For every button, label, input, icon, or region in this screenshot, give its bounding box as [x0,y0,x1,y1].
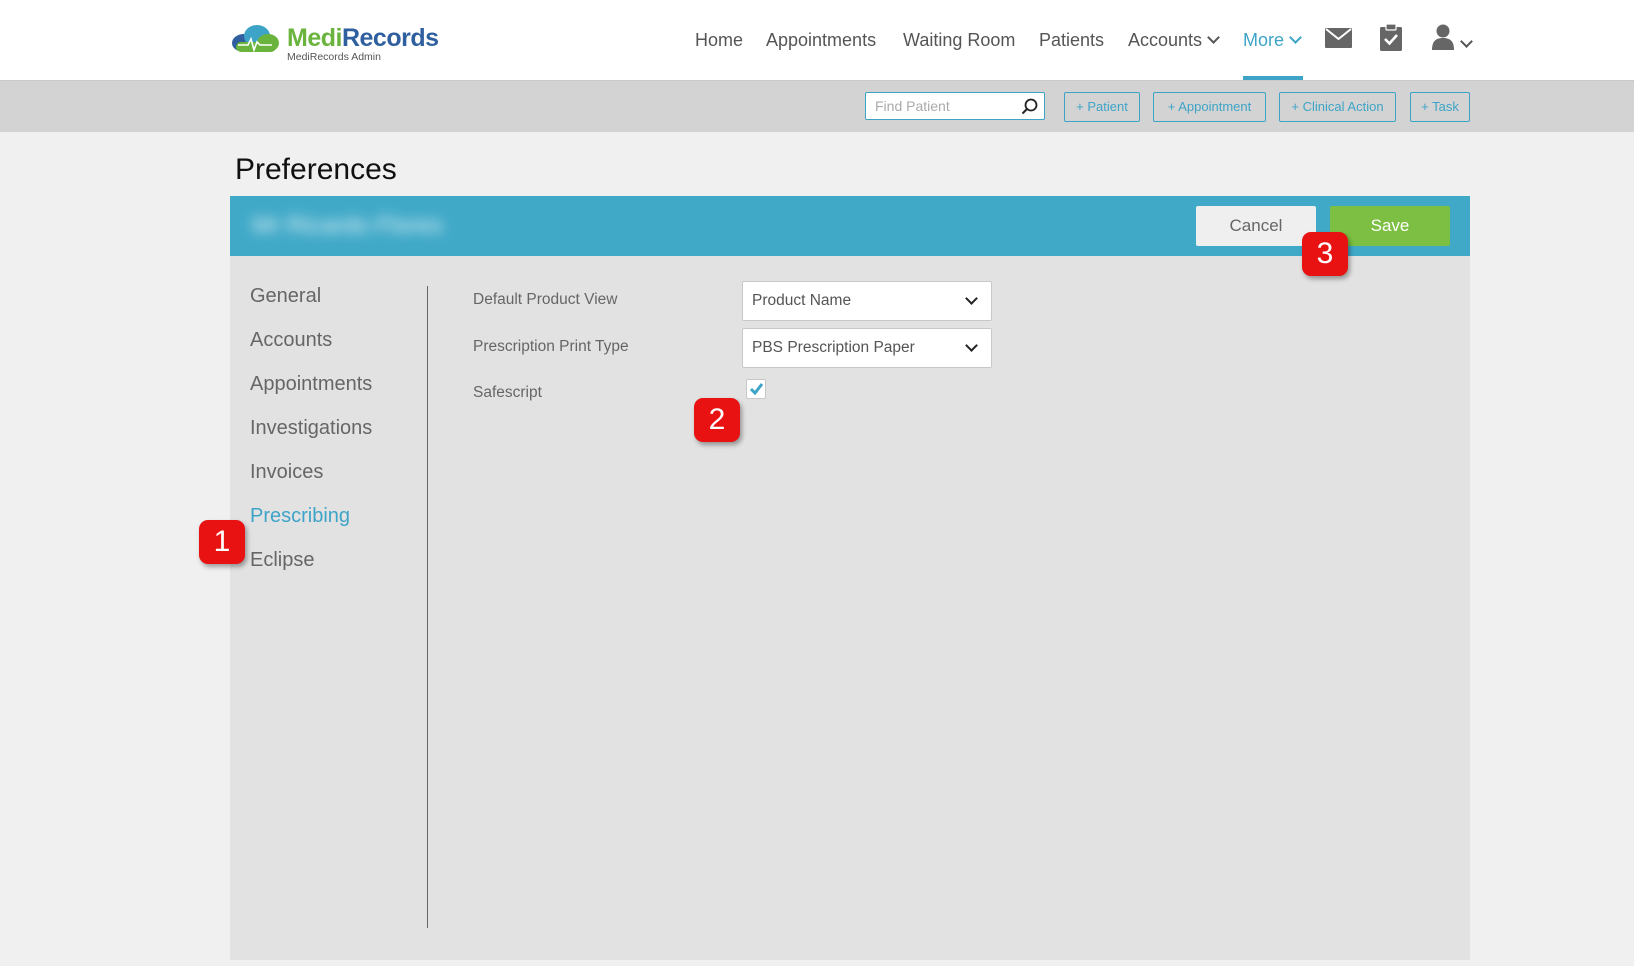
chevron-down-icon [965,292,978,305]
quick-action-bar: + Patient + Appointment + Clinical Actio… [0,81,1634,132]
cloud-logo-icon [232,25,279,53]
sidebar-item-general[interactable]: General [250,282,321,310]
nav-appointments[interactable]: Appointments [766,28,876,52]
sidebar-item-invoices[interactable]: Invoices [250,458,323,486]
add-clinical-action-button[interactable]: + Clinical Action [1279,92,1396,122]
sidebar-item-accounts[interactable]: Accounts [250,326,332,354]
patient-name: Mr Ricardo Flores [252,212,443,239]
page-title: Preferences [235,153,397,186]
sidebar-item-prescribing[interactable]: Prescribing [250,502,350,530]
default-product-view-select[interactable]: Product Name [742,281,992,321]
chevron-down-icon [1289,31,1302,44]
brand-name: MediRecords [287,24,439,52]
sidebar-item-investigations[interactable]: Investigations [250,414,372,442]
safescript-checkbox[interactable] [746,379,766,399]
save-button[interactable]: Save [1330,206,1450,246]
chevron-down-icon[interactable] [1460,35,1473,48]
step-badge-1: 1 [199,520,245,564]
sidebar-item-eclipse[interactable]: Eclipse [250,546,314,574]
checkmark-icon [749,383,764,396]
chevron-down-icon [1207,31,1220,44]
add-task-button[interactable]: + Task [1410,92,1470,122]
prescription-print-type-select[interactable]: PBS Prescription Paper [742,328,992,368]
sidebar-divider [427,286,428,928]
nav-patients[interactable]: Patients [1039,28,1104,52]
brand-subtitle: MediRecords Admin [287,51,381,63]
top-header: MediRecords MediRecords Admin Home Appoi… [0,0,1634,81]
nav-home[interactable]: Home [695,28,743,52]
prescription-print-type-label: Prescription Print Type [473,338,629,355]
add-patient-button[interactable]: + Patient [1064,92,1140,122]
step-badge-3: 3 [1302,232,1348,276]
nav-more[interactable]: More [1243,28,1302,52]
chevron-down-icon [965,339,978,352]
search-icon[interactable] [1021,98,1038,115]
find-patient-search[interactable] [865,92,1045,120]
clipboard-check-icon[interactable] [1380,24,1402,51]
default-product-view-label: Default Product View [473,291,618,308]
step-badge-2: 2 [694,398,740,442]
sidebar-item-appointments[interactable]: Appointments [250,370,372,398]
safescript-label: Safescript [473,384,542,401]
find-patient-input[interactable] [866,93,1025,119]
nav-more-label: More [1243,30,1285,50]
preferences-body: General Accounts Appointments Investigat… [230,256,1470,960]
nav-active-indicator [1243,76,1303,80]
nav-accounts-label: Accounts [1128,30,1203,50]
default-product-view-value: Product Name [752,292,852,309]
mail-icon[interactable] [1325,28,1352,48]
medirecords-logo[interactable]: MediRecords MediRecords Admin [230,22,439,64]
nav-accounts[interactable]: Accounts [1128,28,1220,52]
add-appointment-button[interactable]: + Appointment [1153,92,1266,122]
cancel-button[interactable]: Cancel [1196,206,1316,246]
nav-waiting-room[interactable]: Waiting Room [903,28,1015,52]
user-icon[interactable] [1432,24,1454,50]
prescription-print-type-value: PBS Prescription Paper [752,339,915,356]
preferences-header: Mr Ricardo Flores Cancel Save [230,196,1470,256]
